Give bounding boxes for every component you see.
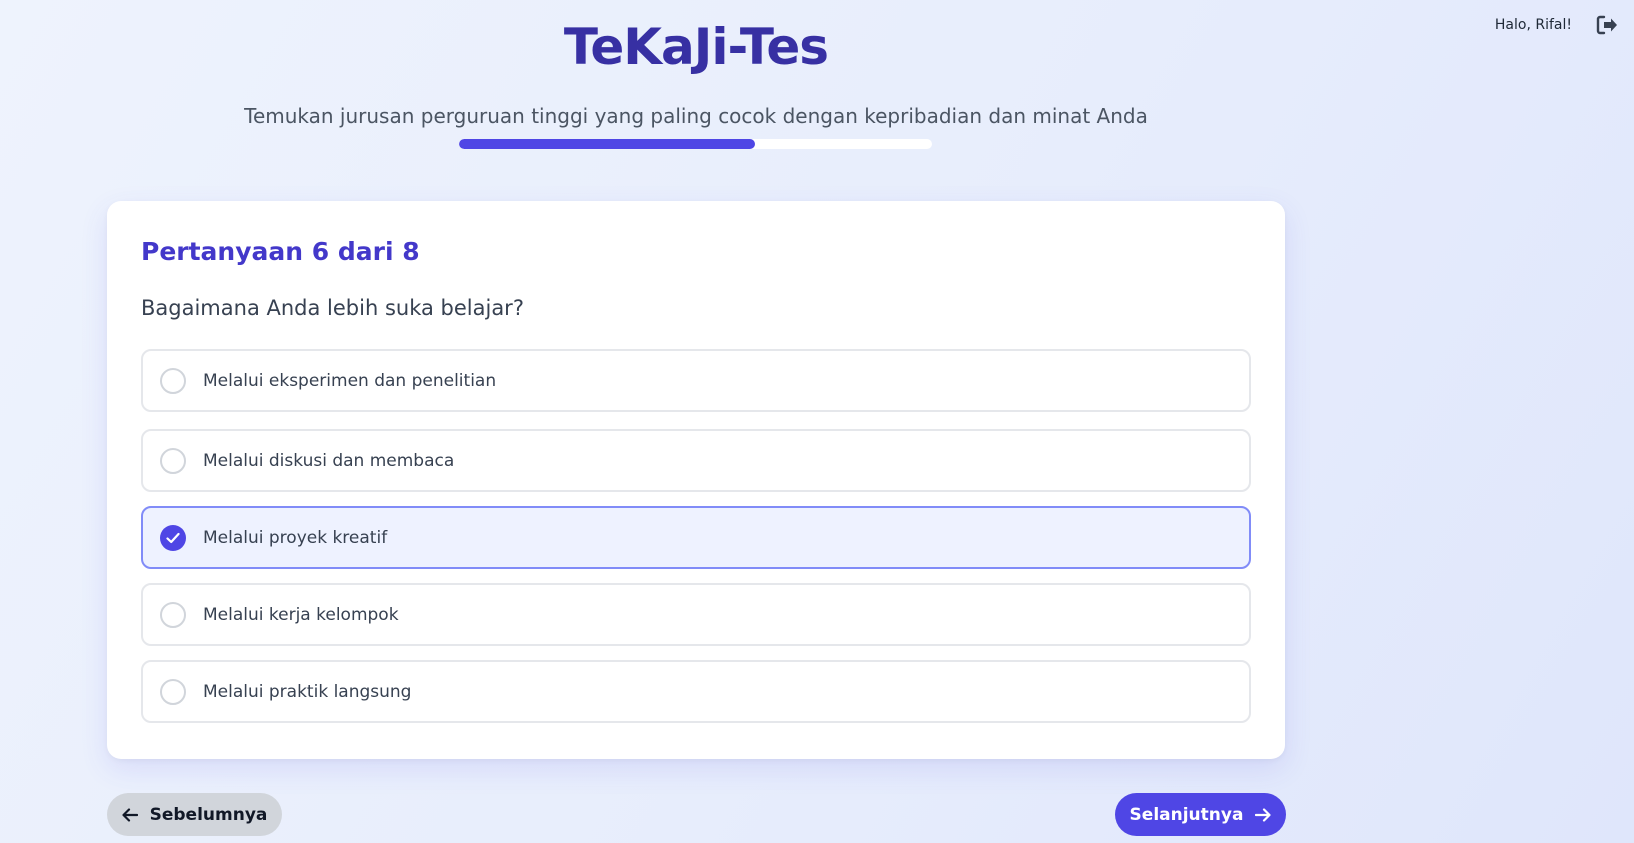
progress-bar [459,139,932,149]
radio-button-checked[interactable] [160,524,186,551]
answer-option[interactable]: Melalui praktik langsung [141,660,1251,723]
radio-button[interactable] [160,678,186,705]
app-title: TeKaJi-Tes [563,18,829,76]
answer-options: Melalui eksperimen dan penelitian Melalu… [141,349,1251,723]
radio-button[interactable] [160,367,186,394]
question-card: Pertanyaan 6 dari 8 Bagaimana Anda lebih… [107,201,1285,759]
header: TeKaJi-Tes Temukan jurusan perguruan tin… [0,0,1392,128]
next-button-label: Selanjutnya [1129,804,1244,825]
check-icon [166,532,180,543]
question-text: Bagaimana Anda lebih suka belajar? [141,296,524,320]
answer-option-label: Melalui kerja kelompok [203,604,399,625]
answer-option[interactable]: Melalui diskusi dan membaca [141,429,1251,492]
radio-button[interactable] [160,447,186,474]
arrow-left-icon [122,807,138,822]
question-counter: Pertanyaan 6 dari 8 [141,237,420,266]
user-greeting: Halo, Rifal! [1494,17,1572,33]
progress-bar-fill [459,139,755,149]
radio-button[interactable] [160,601,186,628]
answer-option-label: Melalui eksperimen dan penelitian [203,370,497,391]
answer-option-label: Melalui proyek kreatif [203,527,388,548]
answer-option-label: Melalui diskusi dan membaca [203,450,455,471]
previous-button-label: Sebelumnya [149,804,268,825]
answer-option-label: Melalui praktik langsung [203,681,412,702]
logout-icon [1596,15,1618,35]
user-bar: Halo, Rifal! [1495,12,1620,38]
answer-option[interactable]: Melalui eksperimen dan penelitian [141,349,1251,412]
logout-button[interactable] [1594,12,1620,38]
answer-option[interactable]: Melalui kerja kelompok [141,583,1251,646]
app-subtitle: Temukan jurusan perguruan tinggi yang pa… [244,104,1148,128]
previous-button[interactable]: Sebelumnya [107,793,282,836]
answer-option[interactable]: Melalui proyek kreatif [141,506,1251,569]
next-button[interactable]: Selanjutnya [1115,793,1286,836]
arrow-right-icon [1255,807,1272,822]
